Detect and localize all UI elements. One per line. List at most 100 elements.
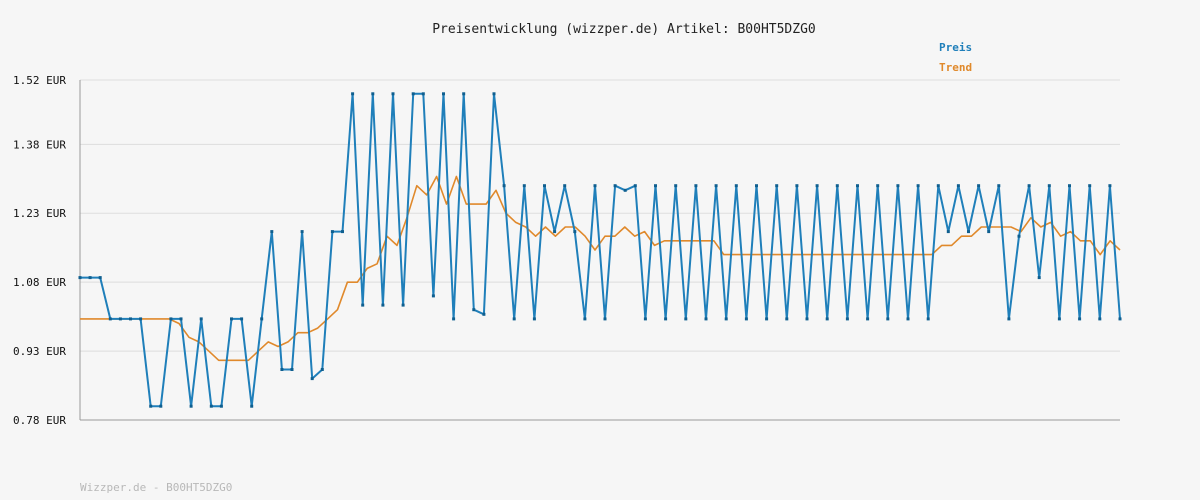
data-point xyxy=(189,404,193,408)
data-point xyxy=(977,184,981,188)
y-tick-label: 1.38 EUR xyxy=(13,138,66,151)
data-point xyxy=(1098,317,1102,321)
data-point xyxy=(209,404,213,408)
data-point xyxy=(1037,276,1041,280)
data-point xyxy=(664,317,668,321)
data-point xyxy=(755,184,758,188)
data-point xyxy=(845,317,849,321)
data-point xyxy=(987,230,991,234)
series-line-trend xyxy=(80,175,1121,362)
data-point xyxy=(270,230,274,234)
data-point xyxy=(199,317,203,321)
plot-area xyxy=(78,92,1122,408)
data-point xyxy=(744,317,748,321)
data-point xyxy=(936,184,940,188)
data-point xyxy=(1017,234,1021,238)
data-point xyxy=(108,317,112,321)
data-point xyxy=(472,308,476,312)
data-point xyxy=(956,184,960,188)
data-point xyxy=(452,317,456,321)
data-point xyxy=(543,184,546,188)
data-point xyxy=(492,92,496,96)
data-point xyxy=(88,276,92,280)
data-point xyxy=(401,303,405,307)
data-point xyxy=(1108,184,1112,188)
data-point xyxy=(1047,184,1051,188)
data-point xyxy=(795,184,799,188)
data-point xyxy=(886,317,890,321)
data-point xyxy=(1078,317,1082,321)
data-point xyxy=(785,317,789,321)
data-point xyxy=(330,230,334,234)
data-point xyxy=(946,230,950,234)
data-point xyxy=(149,404,153,408)
data-point xyxy=(290,368,294,371)
data-point xyxy=(391,92,395,96)
y-tick-label: 1.23 EUR xyxy=(13,207,66,220)
data-point xyxy=(815,184,819,188)
data-point xyxy=(1068,184,1071,188)
data-point xyxy=(1027,184,1031,188)
y-axis-ticks: 1.52 EUR 1.38 EUR 1.23 EUR 1.08 EUR 0.93 EUR… xyxy=(13,74,66,427)
data-point xyxy=(78,276,82,280)
data-point xyxy=(240,317,244,321)
data-point xyxy=(734,184,738,188)
data-point xyxy=(129,317,132,321)
legend-trend: Trend xyxy=(939,61,972,74)
data-point xyxy=(876,184,880,188)
data-point xyxy=(1118,317,1122,321)
data-point xyxy=(896,184,900,188)
data-point xyxy=(633,184,637,188)
data-point xyxy=(866,317,870,321)
data-point xyxy=(502,184,506,188)
data-point xyxy=(310,377,314,381)
data-point xyxy=(643,317,647,321)
data-point xyxy=(553,230,557,234)
data-point xyxy=(230,317,233,321)
data-point xyxy=(431,294,435,298)
data-point xyxy=(926,317,930,321)
y-tick-label: 1.52 EUR xyxy=(13,74,66,87)
chart-title: Preisentwicklung (wizzper.de) Artikel: B… xyxy=(432,22,816,37)
data-point xyxy=(341,230,344,234)
data-point xyxy=(714,184,718,188)
data-point xyxy=(351,92,355,96)
data-point xyxy=(361,303,365,307)
data-point xyxy=(856,184,859,188)
data-point xyxy=(593,184,597,188)
data-point xyxy=(482,312,486,316)
data-point xyxy=(563,184,567,188)
data-point xyxy=(260,317,264,321)
data-point xyxy=(674,184,678,188)
data-point xyxy=(1007,317,1011,321)
data-point xyxy=(280,368,284,371)
data-point xyxy=(1088,184,1092,188)
data-point xyxy=(704,317,708,321)
data-point xyxy=(371,92,375,96)
series-line-preis xyxy=(80,92,1121,408)
data-point xyxy=(694,184,698,188)
data-point xyxy=(997,184,1001,188)
data-point xyxy=(118,317,122,321)
data-point xyxy=(512,317,516,321)
data-point xyxy=(765,317,769,321)
data-point xyxy=(613,184,617,188)
data-point xyxy=(462,92,466,96)
data-point xyxy=(654,184,657,188)
data-point xyxy=(522,184,526,188)
data-point xyxy=(825,317,829,321)
y-tick-label: 0.93 EUR xyxy=(13,345,66,358)
data-point xyxy=(603,317,607,321)
chart-canvas: Preisentwicklung (wizzper.de) Artikel: B… xyxy=(13,22,1122,494)
data-point xyxy=(169,317,173,321)
data-point xyxy=(421,92,425,96)
data-point xyxy=(684,317,688,321)
legend-preis: Preis xyxy=(939,41,972,54)
footer-text: Wizzper.de - B00HT5DZG0 xyxy=(80,481,232,494)
data-point xyxy=(532,317,536,321)
data-point xyxy=(835,184,839,188)
data-point xyxy=(442,92,445,96)
data-point xyxy=(573,230,577,234)
data-point xyxy=(179,317,183,321)
data-point xyxy=(320,368,324,371)
